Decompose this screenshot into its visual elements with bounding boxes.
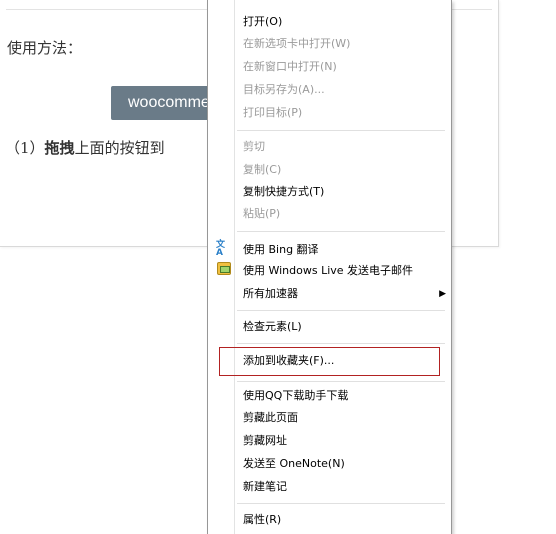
menu-item-open-new-window[interactable]: 在新窗口中打开(N) [243,58,337,76]
menu-item-cut[interactable]: 剪切 [243,138,265,156]
menu-item-print-target[interactable]: 打印目标(P) [243,104,302,122]
menu-item-open-new-tab[interactable]: 在新选项卡中打开(W) [243,35,350,53]
menu-item-bing-translate[interactable]: 使用 Bing 翻译 [243,241,319,259]
menu-item-copy[interactable]: 复制(C) [243,161,281,179]
translate-icon: 文A [216,240,226,258]
menu-item-new-note[interactable]: 新建笔记 [243,478,287,496]
menu-item-open[interactable]: 打开(O) [243,13,282,31]
menu-item-all-accelerators[interactable]: 所有加速器 [243,285,298,303]
menu-item-clip-url[interactable]: 剪藏网址 [243,432,287,450]
menu-item-inspect-element[interactable]: 检查元素(L) [243,318,302,336]
menu-separator [237,310,445,311]
usage-label: 使用方法： [7,39,83,57]
menu-separator [237,231,445,232]
menu-item-qq-download[interactable]: 使用QQ下载助手下载 [243,387,348,405]
menu-item-windows-live-email[interactable]: 使用 Windows Live 发送电子邮件 [243,262,413,280]
menu-item-save-target-as[interactable]: 目标另存为(A)... [243,81,325,99]
menu-separator [237,381,445,382]
instruction-text: （1）拖拽上面的按钮到 [5,137,165,158]
windows-live-mail-icon [217,262,231,275]
menu-item-add-to-favorites[interactable]: 添加到收藏夹(F)... [243,352,334,370]
menu-item-clip-page[interactable]: 剪藏此页面 [243,409,298,427]
menu-item-send-to-onenote[interactable]: 发送至 OneNote(N) [243,455,345,473]
instruction-rest: 上面的按钮到 [74,139,165,157]
menu-item-properties[interactable]: 属性(R) [243,511,281,529]
menu-item-copy-shortcut[interactable]: 复制快捷方式(T) [243,183,324,201]
menu-separator [237,130,445,131]
menu-separator [237,503,445,504]
menu-item-paste[interactable]: 粘贴(P) [243,205,280,223]
context-menu: 打开(O) 在新选项卡中打开(W) 在新窗口中打开(N) 目标另存为(A)...… [207,0,452,534]
instruction-prefix: （1） [5,139,45,157]
menu-gutter [234,0,235,534]
menu-separator [237,343,445,344]
submenu-arrow-icon: ▶ [439,289,446,299]
instruction-bold: 拖拽 [44,139,75,157]
